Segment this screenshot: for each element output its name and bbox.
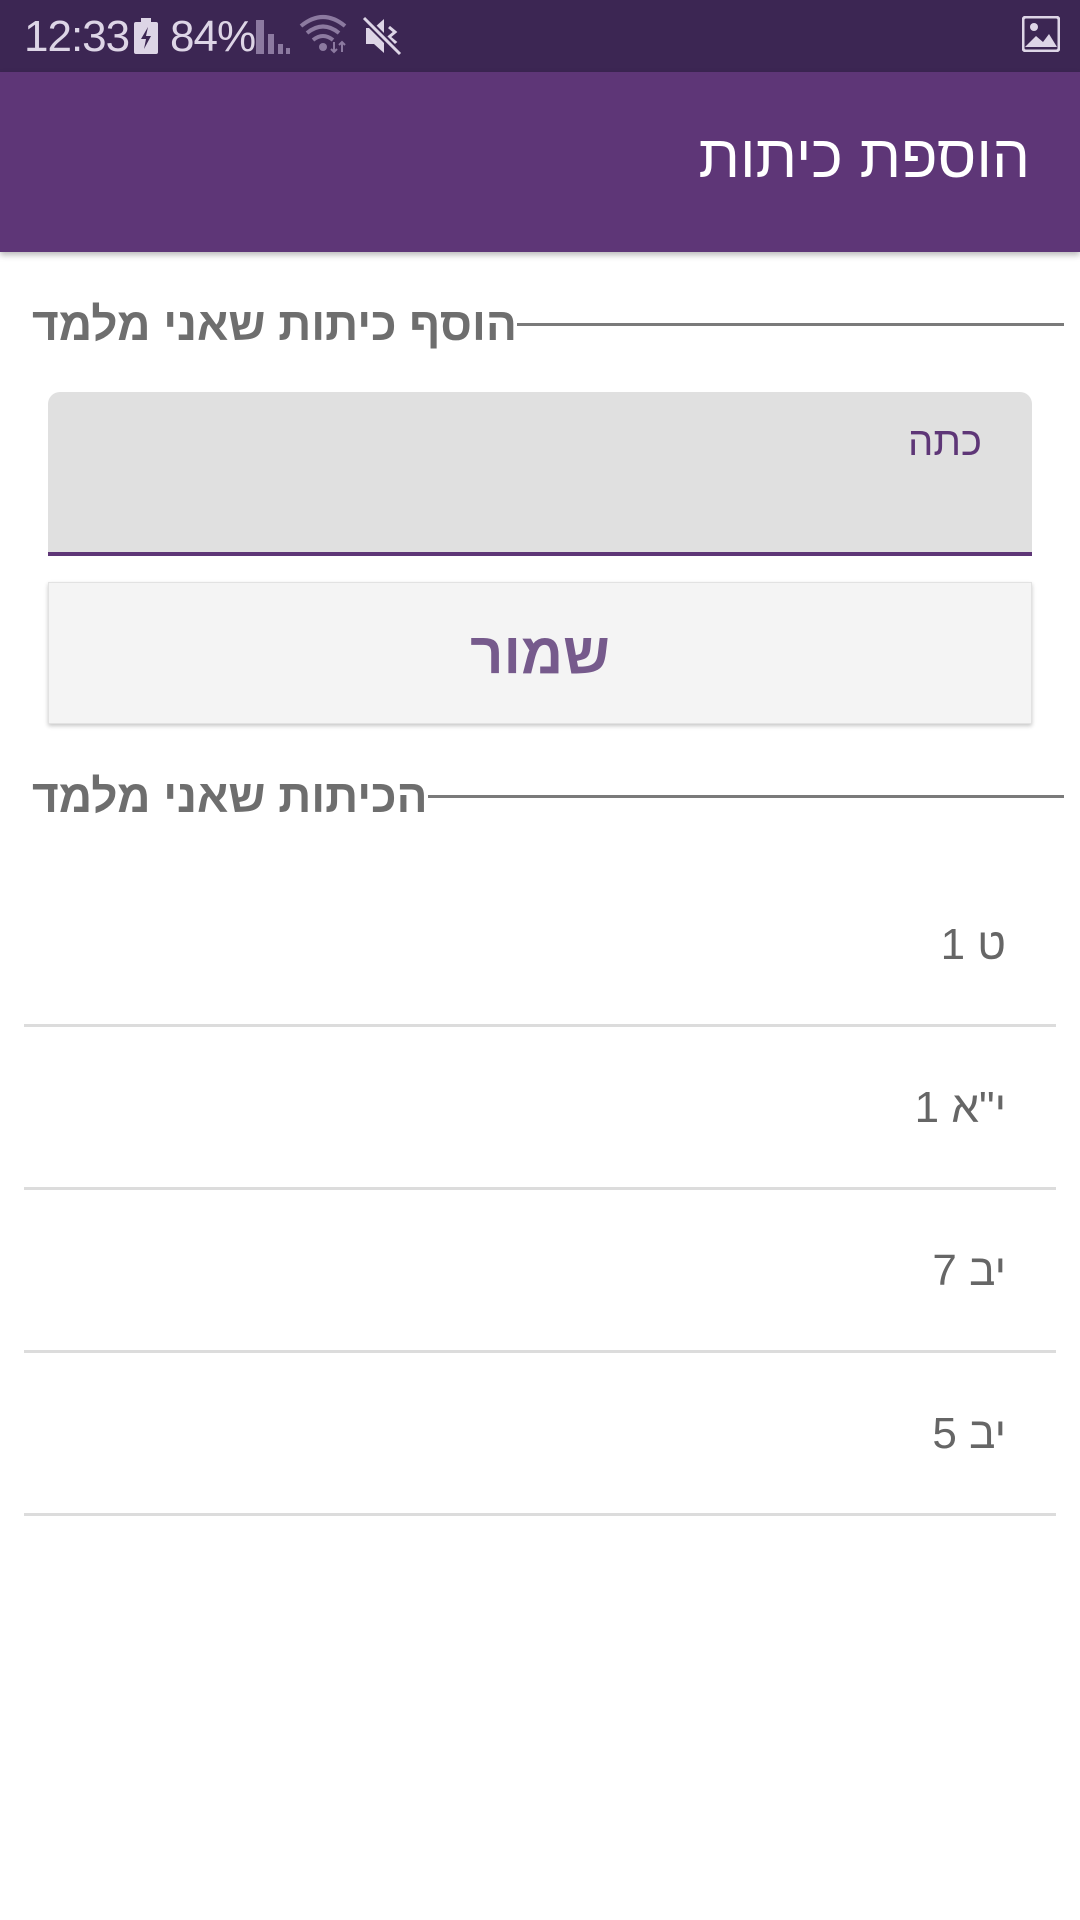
class-field-label: כתה: [908, 420, 982, 464]
section-divider: [427, 794, 1064, 798]
class-list-item[interactable]: י"א 1: [24, 1027, 1056, 1190]
class-input-field[interactable]: כתה: [48, 392, 1032, 556]
app-bar: הוספת כיתות: [0, 72, 1080, 252]
page-title: הוספת כיתות: [698, 123, 1030, 190]
class-list-item-label: יב 7: [932, 1246, 1006, 1295]
class-list-item[interactable]: יב 5: [24, 1353, 1056, 1516]
signal-icon: [256, 20, 290, 54]
class-list-item[interactable]: יב 7: [24, 1190, 1056, 1353]
add-classes-section-header: הוסף כיתות שאני מלמד: [14, 294, 1064, 354]
my-classes-heading: הכיתות שאני מלמד: [32, 770, 428, 822]
class-list: ט 1 י"א 1 יב 7 יב 5: [24, 864, 1056, 1516]
class-list-item-label: יב 5: [932, 1409, 1006, 1458]
class-list-item-label: ט 1: [940, 920, 1006, 969]
battery-percent: 84%: [170, 12, 256, 61]
section-divider: [516, 322, 1064, 326]
class-list-item-label: י"א 1: [914, 1083, 1006, 1132]
status-bar: 12:33 84%: [0, 0, 1080, 72]
my-classes-section-header: הכיתות שאני מלמד: [14, 766, 1064, 826]
battery-charging-icon: [134, 18, 158, 54]
mute-icon: [361, 15, 403, 57]
status-time: 12:33: [24, 12, 130, 61]
image-icon: [1022, 16, 1060, 52]
add-classes-heading: הוסף כיתות שאני מלמד: [32, 298, 517, 350]
class-input[interactable]: [88, 476, 982, 534]
wifi-icon: [299, 15, 347, 54]
class-list-item[interactable]: ט 1: [24, 864, 1056, 1027]
save-button[interactable]: שמור: [48, 582, 1032, 724]
